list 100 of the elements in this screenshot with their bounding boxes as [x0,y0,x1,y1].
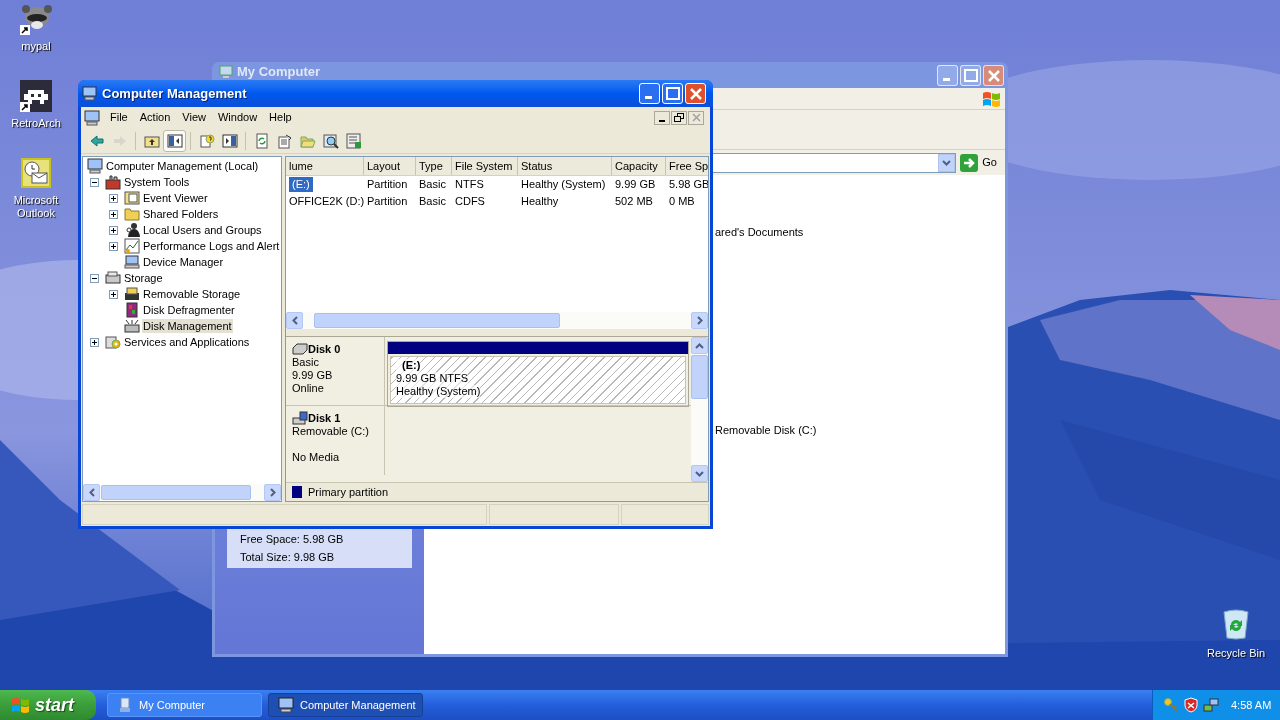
menu-item[interactable]: Help [263,108,298,127]
expand-toggle[interactable] [109,289,118,299]
expand-toggle[interactable] [109,209,118,219]
taskbar-button[interactable]: My Computer [107,693,262,717]
scroll-down-button[interactable] [691,465,708,482]
table-row[interactable]: (E:) Partition Basic NTFS Healthy (System) 9.99 GB 5.98 GB [286,176,708,193]
go-button[interactable]: Go [960,152,999,173]
address-field[interactable] [713,152,957,173]
menu-item[interactable]: Window [211,108,264,127]
panel-icon [221,132,238,149]
shield-icon[interactable] [1183,697,1199,713]
tree-item[interactable]: Event Viewer [142,191,209,205]
column-header[interactable]: File System [452,157,518,175]
tree-item[interactable]: Services and Applications [123,335,251,349]
back-arrow-icon [88,132,105,149]
computer-icon [82,86,97,101]
tree-item[interactable]: Disk Defragmenter [142,303,236,317]
column-header[interactable]: Status [518,157,612,175]
scrollbar-thumb[interactable] [314,313,560,328]
disk-name: Disk 0 [308,341,341,356]
maximize-button[interactable] [662,83,683,104]
disk-type: Removable (C:) [292,425,371,438]
disk-status: Online [292,382,325,395]
show-tree-button[interactable] [163,129,186,152]
computer-icon [124,254,140,270]
windows-flag-icon [10,696,30,714]
close-icon [689,87,702,100]
scrollbar-thumb[interactable] [101,485,251,500]
minimize-icon [659,119,665,122]
column-header[interactable]: Type [416,157,452,175]
scroll-up-button[interactable] [691,337,708,354]
computer-icon [84,109,100,126]
scroll-right-button[interactable] [264,484,281,501]
table-cell: 0 MB [669,194,695,209]
restore-button[interactable] [671,110,687,125]
desktop-icon-label[interactable]: Recycle Bin [1206,647,1266,660]
computer-icon [219,65,233,79]
horizontal-scrollbar[interactable] [286,312,708,329]
table-cell: CDFS [455,194,485,209]
column-header[interactable]: Capacity [612,157,666,175]
animal-head-shortcut-icon[interactable] [20,3,52,35]
horizontal-scrollbar[interactable] [83,484,281,501]
tree-item[interactable]: Performance Logs and Alert [142,239,281,253]
taskbar-button[interactable]: Computer Management [268,693,423,717]
tree-item[interactable]: Shared Folders [142,207,220,221]
vertical-scrollbar[interactable] [691,337,708,482]
item-label[interactable]: Removable Disk (C:) [715,424,1005,437]
detail-text: Total Size: 9.98 GB [240,550,336,565]
table-cell: Basic [419,177,446,192]
disk-size: 9.99 GB [292,369,334,382]
network-icon[interactable] [1203,697,1219,713]
tree-item[interactable]: Removable Storage [142,287,242,301]
expand-toggle[interactable] [109,193,118,203]
menu-item[interactable]: View [176,108,212,127]
detail-text: Free Space: 5.98 GB [240,532,345,547]
key-icon[interactable] [1163,697,1179,713]
scroll-right-button[interactable] [691,312,708,329]
scroll-left-button[interactable] [286,312,303,329]
magnifier-icon [322,132,339,149]
properties-icon [276,132,293,149]
tree-item[interactable]: Device Manager [142,255,225,269]
column-header[interactable]: Layout [364,157,416,175]
scrollbar-thumb[interactable] [691,355,708,399]
partition-block[interactable]: (E:) 9.99 GB NTFS Healthy (System) [387,341,689,407]
chevron-right-icon [696,316,703,325]
desktop-icon-label[interactable]: mypal [1,40,71,53]
table-cell: Basic [419,194,446,209]
scroll-left-button[interactable] [83,484,100,501]
expand-toggle[interactable] [90,177,99,187]
maximize-icon [963,69,978,82]
gear-icon [105,334,121,350]
clock-envelope-icon[interactable] [20,157,52,189]
event-log-icon [124,190,140,206]
dropdown-button[interactable] [938,153,956,172]
tree-item[interactable]: Local Users and Groups [142,223,263,237]
menu-item[interactable]: File [104,108,134,127]
tree-item[interactable]: Storage [123,271,164,285]
minimize-button[interactable] [654,110,670,125]
menu-item[interactable]: Action [133,108,177,127]
tree-item[interactable]: System Tools [123,175,191,189]
maximize-button[interactable] [960,65,981,86]
chevron-right-icon [269,488,276,497]
column-header[interactable]: lume [286,157,364,175]
table-cell: 9.99 GB [615,177,656,192]
item-label[interactable]: ared's Documents [715,226,1005,239]
partition-status: Healthy (System) [396,385,481,398]
tree-item[interactable]: Disk Management [142,319,233,333]
invader-shortcut-icon[interactable] [20,80,52,112]
drive-icon [124,286,140,302]
table-cell: Healthy [521,194,559,209]
expand-toggle[interactable] [109,241,118,251]
expand-toggle[interactable] [90,337,99,347]
minimize-icon [942,78,950,81]
expand-toggle[interactable] [109,225,118,235]
tree-item[interactable]: Computer Management (Local) [105,159,260,173]
column-header[interactable]: Free Sp [666,157,708,175]
expand-toggle[interactable] [90,273,99,283]
table-cell: Partition [367,177,408,192]
table-row[interactable]: OFFICE2K (D:) Partition Basic CDFS Healthy 502 MB 0 MB [286,193,708,210]
table-cell: Healthy (System) [521,177,606,192]
